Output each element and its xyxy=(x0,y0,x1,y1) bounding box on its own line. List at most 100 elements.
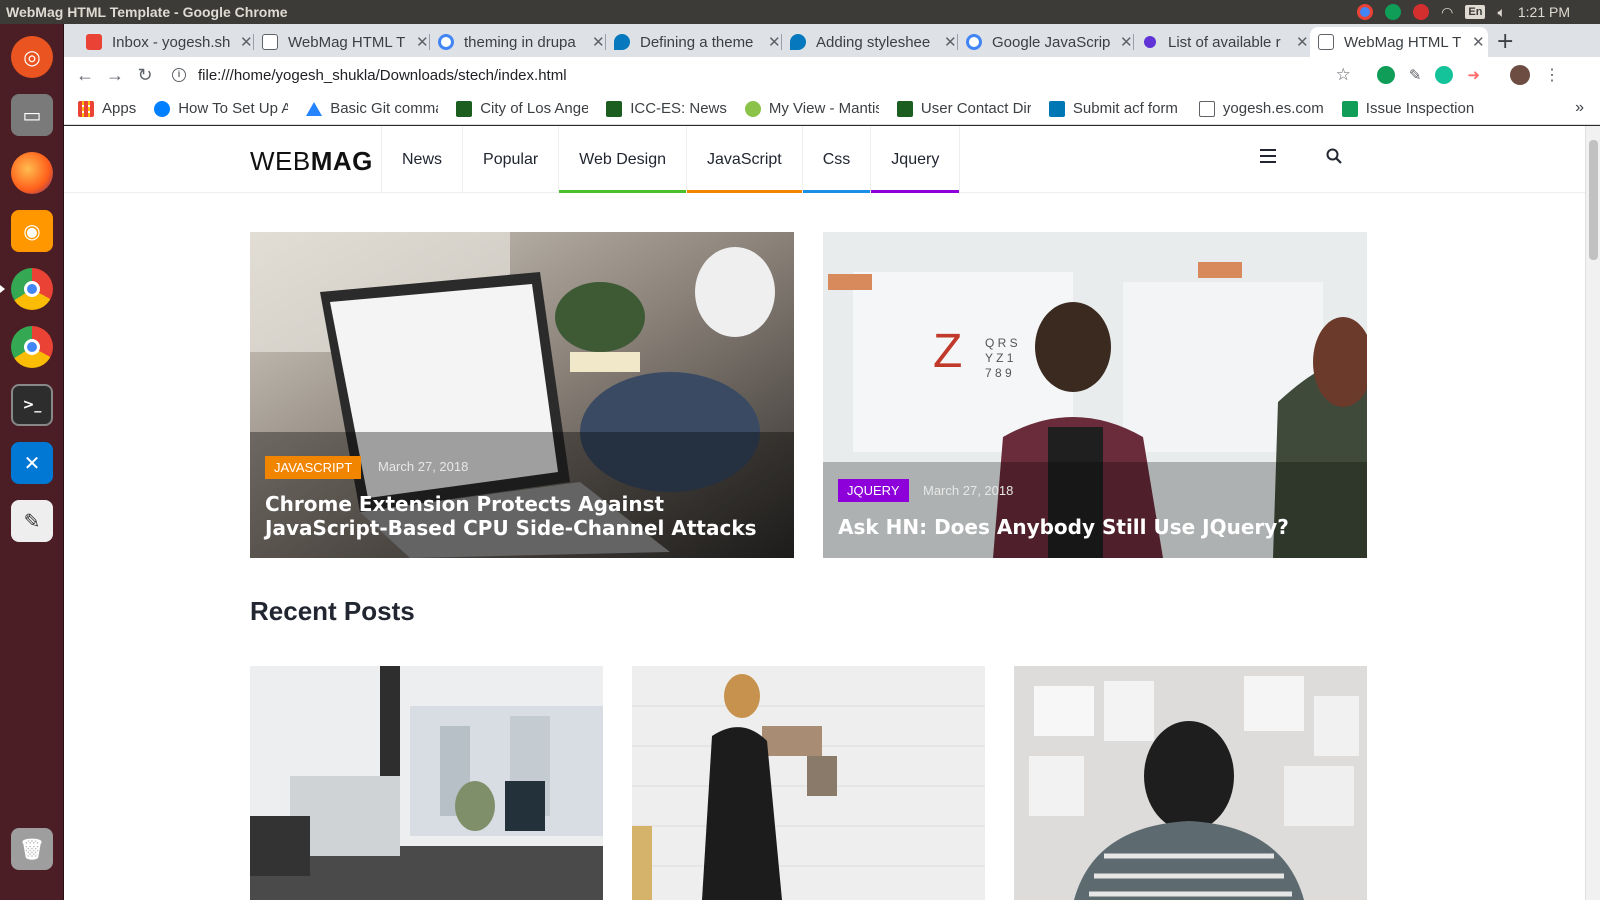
site-logo[interactable]: WEBMAG xyxy=(250,146,373,177)
new-tab-icon[interactable]: + xyxy=(1496,29,1514,54)
close-icon[interactable]: ✕ xyxy=(240,33,253,51)
drupal-icon xyxy=(614,34,630,50)
close-icon[interactable]: ✕ xyxy=(1296,33,1309,51)
nav-underline xyxy=(802,190,871,193)
tab-1[interactable]: Inbox - yogesh.sh ✕ xyxy=(78,27,254,57)
files-launcher-button[interactable]: ▭ xyxy=(7,90,57,140)
bookmark-item[interactable]: How To Set Up A xyxy=(154,100,288,117)
reload-icon[interactable]: ↻ xyxy=(130,65,160,86)
url-text[interactable]: file:///home/yogesh_shukla/Downloads/ste… xyxy=(198,67,567,84)
system-top-bar: WebMag HTML Template - Google Chrome ◠ E… xyxy=(0,0,1600,24)
terminal-icon: >_ xyxy=(11,384,53,426)
nav-css[interactable]: Css xyxy=(802,126,872,193)
extension-arrow-icon[interactable]: ➜ xyxy=(1467,66,1480,84)
sublime-launcher-button[interactable]: ◉ xyxy=(7,206,57,256)
recent-post-2[interactable] xyxy=(632,666,985,900)
chrome-tray-icon[interactable] xyxy=(1357,4,1374,20)
post-image-sketches xyxy=(1014,666,1367,900)
chrome-launcher-button[interactable] xyxy=(0,264,57,314)
trash-launcher-button[interactable]: 🗑︎ xyxy=(7,824,57,874)
menu-dots-icon[interactable]: ⋮ xyxy=(1544,65,1560,85)
featured-post-2[interactable]: Z Q R S Y Z 1 7 8 9 JQUERY March 27, 201… xyxy=(823,232,1367,558)
nav-news[interactable]: News xyxy=(382,126,464,193)
page-viewport: WEBMAG News Popular Web Design JavaScrip… xyxy=(64,126,1600,900)
apps-grid-icon xyxy=(78,100,94,117)
trash-icon: 🗑︎ xyxy=(11,828,53,870)
extension-icon[interactable] xyxy=(1376,66,1395,84)
category-badge[interactable]: JAVASCRIPT xyxy=(265,456,362,479)
back-arrow-icon[interactable]: ← xyxy=(70,65,100,86)
close-icon[interactable]: ✕ xyxy=(1472,33,1485,51)
scrollbar-thumb[interactable] xyxy=(1589,140,1598,260)
nav-javascript[interactable]: JavaScript xyxy=(687,126,803,193)
nav-web-design[interactable]: Web Design xyxy=(559,126,688,193)
bookmark-item[interactable]: City of Los Ange xyxy=(456,100,588,117)
volume-icon[interactable]: 🔈︎ xyxy=(1497,4,1505,21)
page-icon xyxy=(262,34,278,50)
star-icon[interactable]: ☆ xyxy=(1336,65,1351,85)
vscode-launcher-button[interactable]: ✕ xyxy=(7,438,57,488)
svg-text:Z: Z xyxy=(933,325,962,378)
address-bar[interactable]: i file:///home/yogesh_shukla/Downloads/s… xyxy=(172,61,1372,89)
close-icon[interactable]: ✕ xyxy=(592,33,605,51)
ubuntu-launcher-button[interactable]: ◎ xyxy=(7,32,57,82)
svg-text:Q R S: Q R S xyxy=(985,336,1018,350)
tab-2[interactable]: WebMag HTML T ✕ xyxy=(254,27,430,57)
chevron-more-icon[interactable]: » xyxy=(1575,99,1584,117)
tab-6[interactable]: Google JavaScrip ✕ xyxy=(958,27,1134,57)
tab-label: Inbox - yogesh.sh xyxy=(112,33,231,51)
nav-jquery[interactable]: Jquery xyxy=(871,126,961,193)
tab-4[interactable]: Defining a theme ✕ xyxy=(606,27,782,57)
bookmark-item[interactable]: Submit acf form xyxy=(1048,100,1181,117)
mantis-icon xyxy=(744,100,761,117)
tab-5[interactable]: Adding styleshee ✕ xyxy=(782,27,958,57)
nav-underline xyxy=(687,190,802,193)
wifi-icon[interactable]: ◠ xyxy=(1441,4,1453,21)
tab-3[interactable]: theming in drupa ✕ xyxy=(430,27,606,57)
recent-post-1[interactable] xyxy=(250,666,603,900)
avatar[interactable] xyxy=(1510,65,1530,85)
menu-icon[interactable] xyxy=(1260,149,1276,163)
bookmark-item[interactable]: ICC-ES: News xyxy=(606,100,727,117)
bookmarks-bar: Apps How To Set Up A Basic Git comma Cit… xyxy=(64,93,1600,125)
input-method-indicator[interactable]: En xyxy=(1465,5,1486,19)
svg-text:7 8 9: 7 8 9 xyxy=(985,366,1012,380)
close-icon[interactable]: ✕ xyxy=(416,33,429,51)
atlassian-icon xyxy=(306,101,323,116)
bookmark-item[interactable]: Basic Git comma xyxy=(306,100,438,117)
close-icon[interactable]: ✕ xyxy=(768,33,781,51)
launcher: ◎ ▭ ◉ >_ ✕ ✎ 🗑︎ xyxy=(0,24,64,900)
post-title[interactable]: Ask HN: Does Anybody Still Use JQuery? xyxy=(838,515,1338,539)
bookmark-item[interactable]: User Contact Dir xyxy=(896,100,1031,117)
firefox-launcher-button[interactable] xyxy=(7,148,57,198)
status-tray-icon[interactable] xyxy=(1385,4,1402,20)
info-icon[interactable]: i xyxy=(172,68,186,82)
close-icon[interactable]: ✕ xyxy=(944,33,957,51)
files-icon: ▭ xyxy=(11,94,53,136)
category-badge[interactable]: JQUERY xyxy=(838,479,909,502)
bookmark-item[interactable]: Issue Inspection xyxy=(1341,100,1474,117)
forward-arrow-icon[interactable]: → xyxy=(100,65,130,86)
clock[interactable]: 1:21 PM xyxy=(1518,4,1570,20)
grammarly-icon[interactable] xyxy=(1435,66,1454,84)
post-title[interactable]: Chrome Extension Protects Against JavaSc… xyxy=(265,492,765,540)
nav-popular[interactable]: Popular xyxy=(463,126,560,193)
post-date: March 27, 2018 xyxy=(378,459,469,474)
bookmark-apps[interactable]: Apps xyxy=(78,100,136,117)
search-icon[interactable] xyxy=(1326,148,1342,164)
tab-7[interactable]: List of available r ✕ xyxy=(1134,27,1310,57)
featured-post-1[interactable]: JAVASCRIPT March 27, 2018 Chrome Extensi… xyxy=(250,232,794,558)
bookmark-item[interactable]: My View - Mantis xyxy=(744,100,879,117)
page-scrollbar[interactable] xyxy=(1585,126,1600,900)
terminal-launcher-button[interactable]: >_ xyxy=(7,380,57,430)
chrome-launcher-button-2[interactable] xyxy=(7,322,57,372)
tab-label: theming in drupa xyxy=(464,33,576,51)
bookmark-item[interactable]: yogesh.es.com xyxy=(1198,100,1324,117)
eyedropper-icon[interactable]: ✎ xyxy=(1409,66,1422,84)
text-editor-launcher-button[interactable]: ✎ xyxy=(7,496,57,546)
tab-active[interactable]: WebMag HTML T ✕ xyxy=(1310,27,1488,57)
close-icon[interactable]: ✕ xyxy=(1120,33,1133,51)
notification-tray-icon[interactable] xyxy=(1413,4,1430,20)
recent-post-3[interactable] xyxy=(1014,666,1367,900)
tab-label: Adding styleshee xyxy=(816,33,931,51)
